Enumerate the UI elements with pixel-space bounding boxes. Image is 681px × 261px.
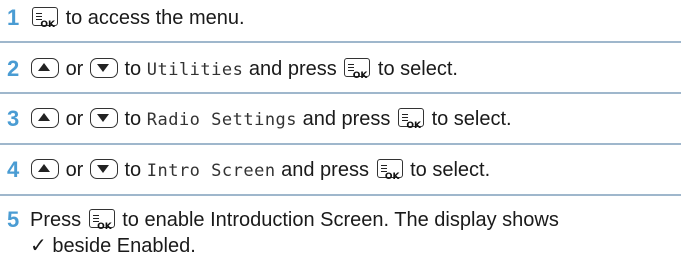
step-2: 2 or to Utilities and press OK to select… — [0, 54, 681, 85]
menu-ok-key-icon: OK — [88, 209, 115, 232]
step-number: 3 — [7, 106, 20, 131]
step-number: 1 — [7, 5, 20, 30]
step-4: 4 or to Intro Screen and press OK to sel… — [0, 155, 681, 186]
down-arrow-key-icon — [89, 57, 118, 78]
down-arrow-key-icon — [89, 107, 118, 128]
step-separator — [0, 143, 681, 145]
procedure-steps: 1 OK to access the menu. 2 or to Utiliti… — [0, 0, 681, 257]
menu-item-name: Radio Settings — [146, 110, 298, 130]
step-separator — [0, 194, 681, 196]
step-text: Press OK to enable Introduction Screen. … — [30, 205, 559, 261]
step-1: 1 OK to access the menu. — [0, 3, 681, 33]
menu-ok-key-icon: OK — [32, 7, 58, 30]
step-text: or to Utilities and press OK to select. — [30, 54, 458, 85]
up-arrow-key-icon — [31, 57, 59, 78]
step-number: 4 — [7, 157, 20, 182]
step-3: 3 or to Radio Settings and press OK to s… — [0, 104, 681, 135]
step-separator — [0, 41, 681, 43]
down-arrow-key-icon — [89, 158, 118, 179]
menu-ok-key-icon: OK — [344, 58, 371, 81]
step-5: 5 Press OK to enable Introduction Screen… — [0, 205, 681, 261]
menu-item-name: Intro Screen — [146, 161, 276, 181]
step-text: or to Radio Settings and press OK to sel… — [30, 104, 512, 135]
up-arrow-key-icon — [31, 107, 59, 128]
step-text: or to Intro Screen and press OK to selec… — [30, 155, 490, 186]
step-number: 2 — [7, 56, 20, 81]
menu-item-name: Utilities — [146, 60, 244, 80]
menu-ok-key-icon: OK — [376, 159, 403, 182]
menu-ok-key-icon: OK — [398, 108, 424, 131]
step-number: 5 — [7, 207, 20, 232]
up-arrow-key-icon — [31, 158, 59, 179]
step-separator — [0, 92, 681, 94]
step-text: OK to access the menu. — [30, 3, 245, 33]
